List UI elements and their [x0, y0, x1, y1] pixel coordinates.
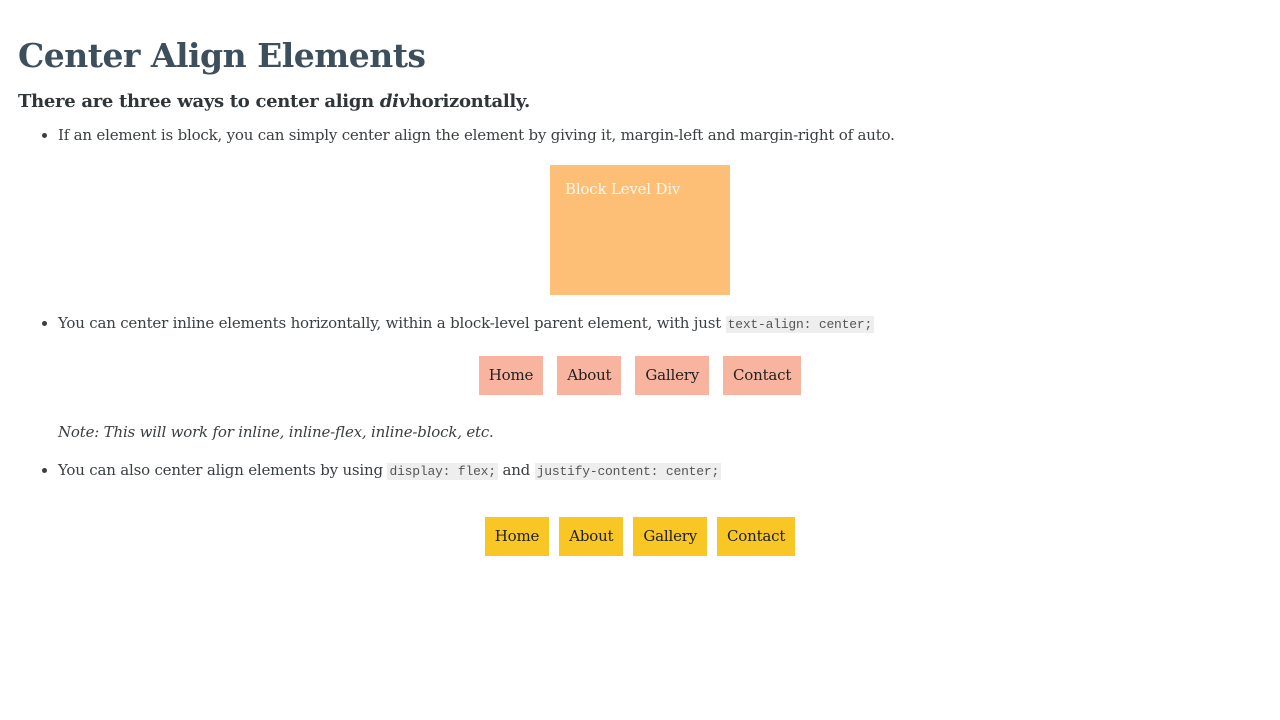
block-level-div-demo: Block Level Div	[550, 165, 730, 295]
flex-method-text: You can also center align elements by us…	[58, 461, 388, 479]
list-item-block-method: If an element is block, you can simply c…	[58, 124, 1262, 295]
page: Center Align Elements There are three wa…	[0, 0, 1280, 556]
page-title: Center Align Elements	[18, 36, 426, 75]
inline-method-text: You can center inline elements horizonta…	[58, 314, 726, 332]
list-item-flex-method: You can also center align elements by us…	[58, 459, 1262, 556]
block-method-text: If an element is block, you can simply c…	[58, 126, 895, 144]
code-display-flex: display: flex;	[387, 463, 498, 480]
code-justify-content: justify-content: center;	[534, 463, 722, 480]
block-demo-wrapper: Block Level Div	[18, 165, 1262, 295]
page-subtitle: There are three ways to center align div…	[18, 88, 1262, 116]
subtitle-text-end: horizontally.	[408, 91, 530, 112]
subtitle-text: There are three ways to center align	[18, 91, 380, 112]
inline-nav-contact-link[interactable]: Contact	[723, 356, 802, 395]
methods-list: If an element is block, you can simply c…	[18, 124, 1262, 556]
flex-nav-gallery-link[interactable]: Gallery	[633, 517, 708, 556]
inline-nav-about-link[interactable]: About	[557, 356, 622, 395]
flex-nav-demo: Home About Gallery Contact	[18, 517, 1262, 556]
inline-note: Note: This will work for inline, inline-…	[58, 423, 494, 441]
flex-nav-contact-link[interactable]: Contact	[717, 517, 796, 556]
flex-nav-home-link[interactable]: Home	[484, 517, 550, 556]
list-item-inline-method: You can center inline elements horizonta…	[58, 312, 1262, 443]
subtitle-emphasis: div	[379, 91, 409, 112]
flex-nav-about-link[interactable]: About	[559, 517, 624, 556]
inline-nav-home-link[interactable]: Home	[478, 356, 544, 395]
code-text-align: text-align: center;	[725, 316, 875, 333]
inline-nav-gallery-link[interactable]: Gallery	[635, 356, 710, 395]
flex-method-joiner: and	[497, 461, 535, 479]
inline-nav-demo: Home About Gallery Contact	[18, 356, 1262, 395]
